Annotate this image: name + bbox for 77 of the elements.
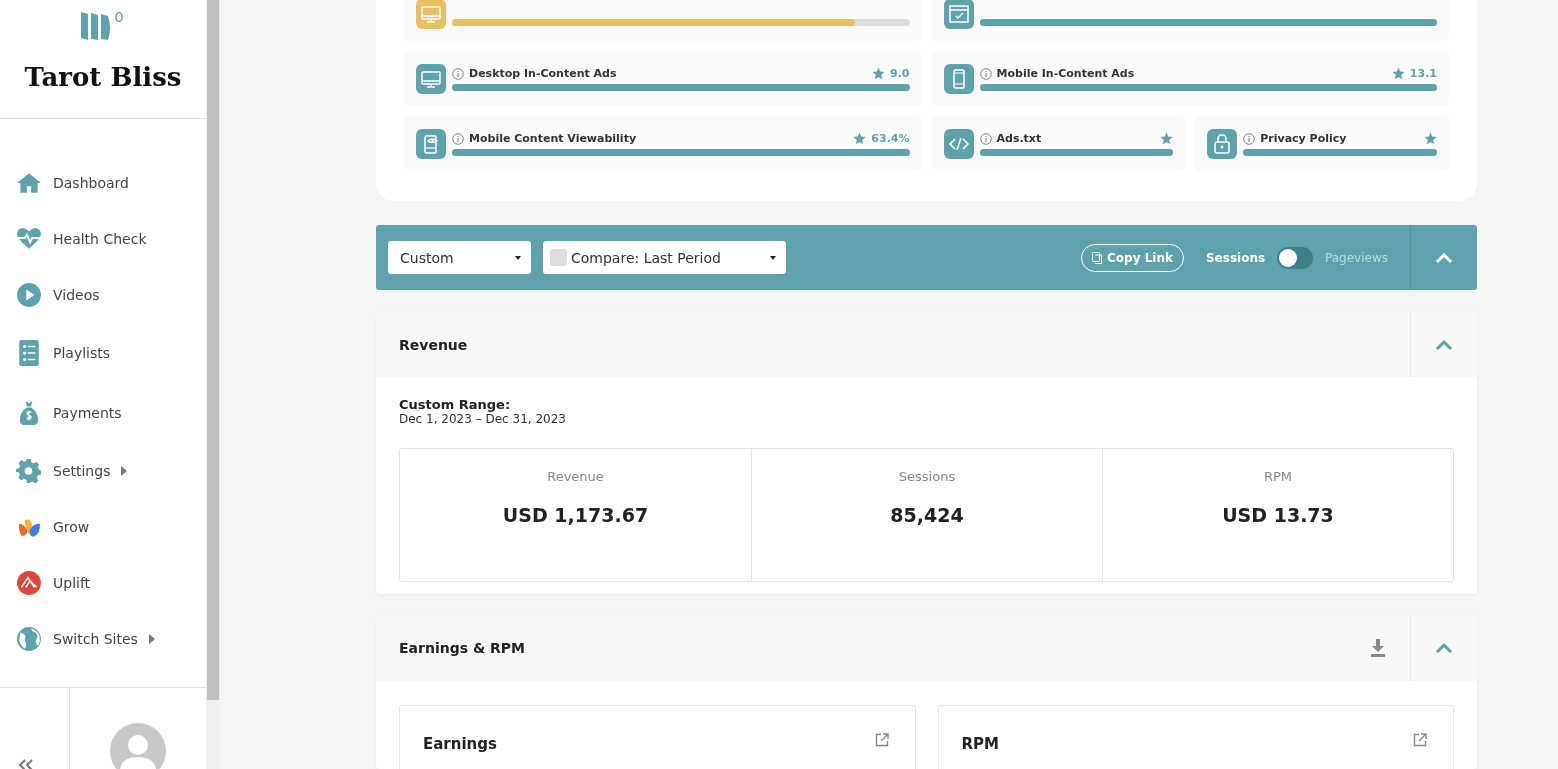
- uplift-icon: [16, 570, 42, 596]
- score-value: 9.0: [890, 67, 910, 80]
- star-icon: [1391, 67, 1405, 80]
- section-title: Earnings & RPM: [399, 640, 526, 657]
- audit-item[interactable]: Mobile Content Viewability 63.4%: [404, 116, 922, 171]
- play-icon: [16, 282, 42, 308]
- dropdown-caret-icon: [515, 255, 521, 260]
- nav-item[interactable]: Payments: [16, 383, 206, 443]
- info-icon[interactable]: [452, 132, 464, 145]
- chart-title: Earnings: [423, 734, 497, 753]
- health-check-title: Desktop In-Content Ads: [469, 67, 617, 80]
- list-icon: [16, 340, 42, 366]
- chart-title: RPM: [961, 734, 999, 753]
- mobile-icon: [943, 63, 974, 94]
- chevron-up-icon: [1435, 642, 1453, 655]
- lock-icon: [1207, 128, 1238, 159]
- external-link-icon[interactable]: [1413, 732, 1427, 747]
- globe-icon: [16, 626, 42, 652]
- stat-value: USD 1,173.67: [502, 504, 649, 526]
- nav-item[interactable]: Health Check: [16, 211, 206, 267]
- section-title: Revenue: [399, 336, 469, 353]
- score-value: 13.1: [1409, 67, 1437, 80]
- star-icon: [872, 67, 885, 80]
- caret-icon: [121, 466, 128, 476]
- gear-icon: [16, 458, 42, 484]
- health-check-title: Ads.txt: [996, 132, 1042, 145]
- nav-item[interactable]: Playlists: [16, 323, 206, 383]
- copy-icon: [1092, 251, 1102, 264]
- nav-item[interactable]: Switch Sites: [16, 611, 206, 667]
- stat-value: USD 13.73: [1222, 504, 1334, 526]
- scrollbar-thumb[interactable]: [207, 0, 219, 700]
- external-link-icon[interactable]: [874, 732, 889, 747]
- avatar-icon[interactable]: [110, 723, 166, 769]
- compare-dropdown[interactable]: Compare: Last Period: [543, 241, 786, 274]
- site-name: Tarot Bliss: [24, 62, 182, 92]
- nav-item[interactable]: Videos: [16, 267, 206, 323]
- download-icon[interactable]: [1370, 639, 1386, 658]
- score-value: 63.4%: [871, 132, 910, 145]
- audit-item[interactable]: Privacy Policy: [1195, 116, 1449, 171]
- nav-item[interactable]: Uplift: [16, 555, 206, 611]
- compare-checkbox[interactable]: [550, 249, 567, 266]
- star-icon: [1424, 132, 1437, 145]
- checklist-icon: [943, 0, 974, 29]
- audit-item[interactable]: [931, 0, 1449, 41]
- code-icon: [943, 128, 974, 159]
- health-check-title: Mobile In-Content Ads: [996, 67, 1135, 80]
- chevron-up-icon: [1435, 338, 1453, 351]
- caret-icon: [148, 634, 155, 644]
- stat-label: Revenue: [547, 469, 604, 484]
- range-label: Custom Range:: [399, 397, 512, 412]
- dropdown-caret-icon: [770, 255, 776, 260]
- audit-item[interactable]: Ads.txt: [931, 116, 1186, 171]
- toggle-switch[interactable]: [1277, 246, 1314, 269]
- info-icon[interactable]: [1243, 132, 1256, 145]
- nav-item[interactable]: Dashboard: [16, 155, 206, 211]
- desktop-icon: [416, 63, 446, 94]
- health-check-title: Mobile Content Viewability: [469, 132, 637, 145]
- stat-label: Sessions: [898, 469, 956, 484]
- audit-item[interactable]: Mobile In-Content Ads 13.1: [931, 51, 1449, 106]
- desktop-icon: [416, 0, 446, 29]
- nav-item[interactable]: Settings: [16, 443, 206, 499]
- info-icon[interactable]: [979, 67, 992, 80]
- collapse-icon[interactable]: [18, 759, 34, 769]
- audit-item[interactable]: Desktop In-Content Ads 9.0: [404, 51, 922, 106]
- info-icon[interactable]: [452, 67, 464, 80]
- chevron-up-icon: [1435, 251, 1453, 264]
- stat-label: RPM: [1263, 469, 1293, 484]
- star-icon: [1160, 132, 1174, 145]
- info-icon[interactable]: [979, 132, 992, 145]
- audit-item[interactable]: [404, 0, 922, 41]
- date-range: Dec 1, 2023 – Dec 31, 2023: [399, 412, 567, 426]
- star-icon: [853, 132, 867, 145]
- health-check-title: Privacy Policy: [1260, 132, 1347, 145]
- range-dropdown[interactable]: Custom: [388, 241, 531, 274]
- stat-value: 85,424: [890, 504, 964, 526]
- nav-item[interactable]: Grow: [16, 499, 206, 555]
- mobile-eye-icon: [416, 128, 446, 159]
